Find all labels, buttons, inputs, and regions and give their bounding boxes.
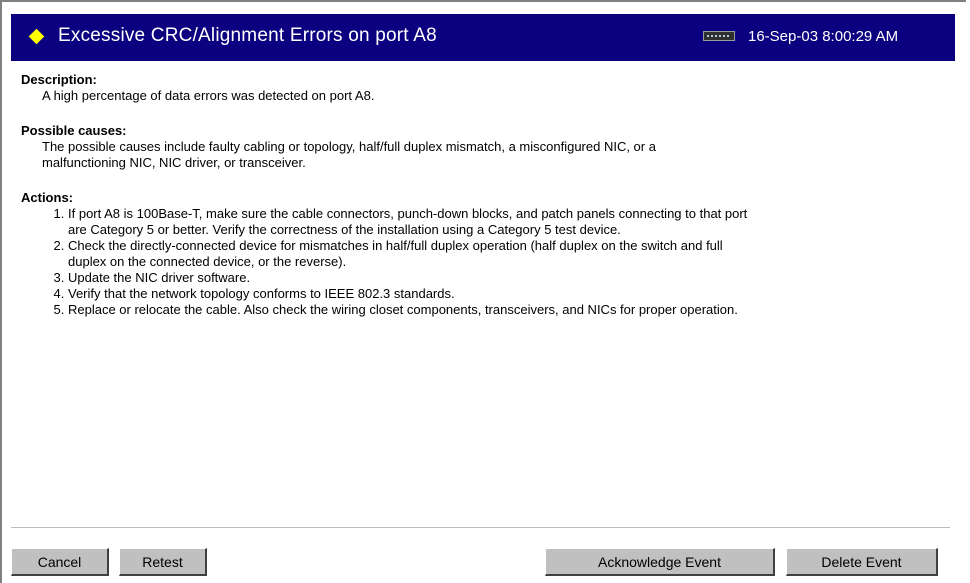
action-item-5-line-1: Replace or relocate the cable. Also chec…	[68, 302, 738, 317]
possible-causes-heading: Possible causes:	[21, 123, 127, 138]
action-item-4-line-1: Verify that the network topology conform…	[68, 286, 455, 301]
retest-button[interactable]: Retest	[119, 548, 207, 576]
description-heading: Description:	[21, 72, 97, 87]
possible-causes-line-1: The possible causes include faulty cabli…	[42, 139, 656, 154]
acknowledge-event-button[interactable]: Acknowledge Event	[545, 548, 775, 576]
event-timestamp: 16-Sep-03 8:00:29 AM	[748, 28, 899, 45]
action-item-1-line-1: If port A8 is 100Base-T, make sure the c…	[68, 206, 748, 221]
delete-event-button[interactable]: Delete Event	[786, 548, 938, 576]
cancel-button[interactable]: Cancel	[11, 548, 109, 576]
action-item-3-line-1: Update the NIC driver software.	[68, 270, 251, 285]
actions-heading: Actions:	[21, 190, 73, 205]
action-item-1: If port A8 is 100Base-T, make sure the c…	[68, 206, 956, 238]
event-header: Excessive CRC/Alignment Errors on port A…	[11, 14, 955, 61]
action-item-2-line-2: duplex on the connected device, or the r…	[68, 254, 347, 269]
action-item-5: Replace or relocate the cable. Also chec…	[68, 302, 956, 318]
switch-device-icon	[703, 31, 735, 41]
description-text: A high percentage of data errors was det…	[42, 88, 956, 104]
possible-causes-line-2: malfunctioning NIC, NIC driver, or trans…	[42, 155, 306, 170]
actions-list: If port A8 is 100Base-T, make sure the c…	[21, 206, 956, 318]
event-title: Excessive CRC/Alignment Errors on port A…	[58, 25, 437, 46]
action-item-2: Check the directly-connected device for …	[68, 238, 956, 270]
possible-causes-text: The possible causes include faulty cabli…	[42, 139, 956, 171]
yellow-diamond-icon	[28, 28, 45, 45]
action-item-1-line-2: are Category 5 or better. Verify the cor…	[68, 222, 621, 237]
event-content: Description: A high percentage of data e…	[21, 72, 956, 318]
action-item-2-line-1: Check the directly-connected device for …	[68, 238, 723, 253]
action-item-3: Update the NIC driver software.	[68, 270, 956, 286]
action-item-4: Verify that the network topology conform…	[68, 286, 956, 302]
footer-divider	[11, 527, 950, 529]
window-edge	[966, 0, 970, 583]
description-line: A high percentage of data errors was det…	[42, 88, 375, 103]
